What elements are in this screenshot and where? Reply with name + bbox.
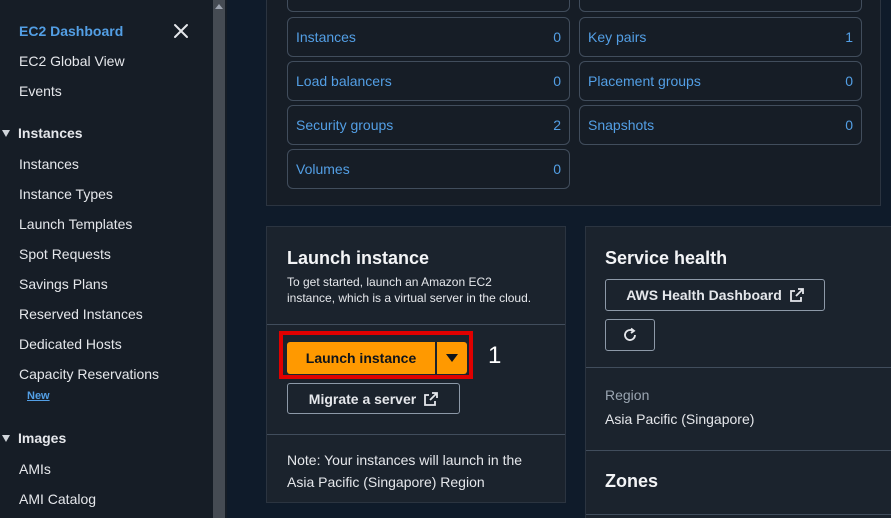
description-line: instance, which is a virtual server in t… (287, 291, 532, 305)
tile-label[interactable]: Key pairs (588, 29, 646, 45)
sidebar-item-instance-types[interactable]: Instance Types (19, 186, 113, 202)
external-link-icon (424, 391, 439, 406)
tile-count[interactable]: 0 (553, 161, 561, 177)
divider (586, 514, 891, 515)
resource-tile-placement-groups[interactable]: Placement groups 0 (579, 61, 862, 101)
sidebar-section-images[interactable]: Images (0, 430, 66, 446)
section-title: Instances (18, 125, 83, 141)
highlight-box (279, 331, 473, 379)
tile-count[interactable]: 0 (553, 73, 561, 89)
resource-tile-key-pairs[interactable]: Key pairs 1 (579, 17, 862, 57)
caret-down-icon (2, 130, 10, 137)
sidebar-item-events[interactable]: Events (19, 83, 62, 99)
button-label: Migrate a server (308, 390, 417, 407)
sidebar-item-global-view[interactable]: EC2 Global View (19, 53, 125, 69)
region-note: Note: Your instances will launch in the … (287, 449, 522, 493)
scroll-up-arrow-icon[interactable] (215, 4, 223, 9)
migrate-server-button[interactable]: Migrate a server (287, 383, 460, 414)
tile-label[interactable]: Security groups (296, 117, 393, 133)
resource-tile-load-balancers[interactable]: Load balancers 0 (287, 61, 570, 101)
region-label: Region (605, 387, 650, 403)
sidebar-item-launch-templates[interactable]: Launch Templates (19, 216, 132, 232)
tile-label[interactable]: Load balancers (296, 73, 392, 89)
sidebar-item-spot-requests[interactable]: Spot Requests (19, 246, 111, 262)
step-annotation: 1 (488, 342, 502, 369)
refresh-icon (624, 327, 636, 341)
new-badge: New (27, 390, 50, 402)
tile-label[interactable]: Placement groups (588, 73, 701, 89)
tile-count[interactable]: 0 (553, 29, 561, 45)
resource-tile-volumes[interactable]: Volumes 0 (287, 149, 570, 189)
divider (586, 450, 891, 451)
note-line: Note: Your instances will launch in the (287, 452, 523, 468)
sidebar-item-reserved-instances[interactable]: Reserved Instances (19, 306, 143, 322)
divider (267, 324, 565, 325)
resource-tile-partial[interactable] (287, 0, 570, 12)
tile-label[interactable]: Volumes (296, 161, 350, 177)
sidebar-item-savings-plans[interactable]: Savings Plans (19, 276, 108, 292)
description-line: To get started, launch an Amazon EC2 (287, 275, 492, 289)
sidebar-item-ami-catalog[interactable]: AMI Catalog (19, 491, 96, 507)
region-value: Asia Pacific (Singapore) (605, 411, 755, 427)
scrollbar-thumb[interactable] (213, 0, 225, 518)
sidebar: EC2 Dashboard EC2 Global View Events Ins… (0, 0, 211, 518)
tile-count[interactable]: 2 (553, 117, 561, 133)
tile-label[interactable]: Snapshots (588, 117, 654, 133)
resource-tile-instances[interactable]: Instances 0 (287, 17, 570, 57)
external-link-icon (789, 288, 804, 302)
resource-tile-partial[interactable] (579, 0, 862, 12)
sidebar-item-capacity-reservations[interactable]: Capacity Reservations (19, 366, 159, 382)
sidebar-item-dedicated-hosts[interactable]: Dedicated Hosts (19, 336, 122, 352)
sidebar-section-instances[interactable]: Instances (0, 125, 83, 141)
caret-down-icon (2, 435, 10, 442)
resource-tile-security-groups[interactable]: Security groups 2 (287, 105, 570, 145)
divider (267, 434, 565, 435)
tile-count[interactable]: 0 (845, 117, 853, 133)
zones-title: Zones (605, 471, 659, 491)
divider (586, 367, 891, 368)
close-icon[interactable] (172, 22, 190, 40)
launch-description: To get started, launch an Amazon EC2 ins… (287, 274, 531, 306)
tile-count[interactable]: 0 (845, 73, 853, 89)
sidebar-item-instances[interactable]: Instances (19, 156, 79, 172)
resource-tile-snapshots[interactable]: Snapshots 0 (579, 105, 862, 145)
note-line: Asia Pacific (Singapore) Region (287, 474, 485, 490)
service-health-title: Service health (605, 248, 728, 268)
button-label: AWS Health Dashboard (626, 287, 782, 303)
section-title: Images (18, 430, 67, 446)
aws-health-dashboard-button[interactable]: AWS Health Dashboard (605, 279, 825, 311)
tile-count[interactable]: 1 (845, 29, 853, 45)
sidebar-item-ec2-dashboard[interactable]: EC2 Dashboard (19, 23, 123, 39)
tile-label[interactable]: Instances (296, 29, 356, 45)
sidebar-item-amis[interactable]: AMIs (19, 461, 51, 477)
launch-instance-title: Launch instance (287, 248, 430, 268)
refresh-button[interactable] (605, 319, 655, 351)
